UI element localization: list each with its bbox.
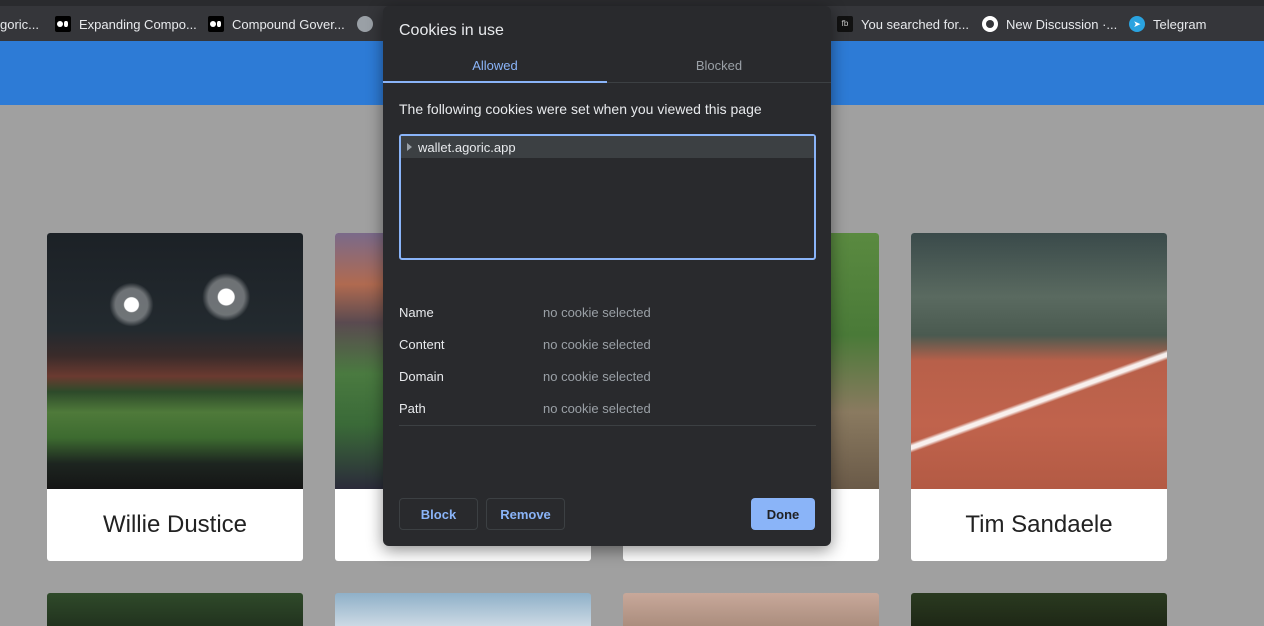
site-icon: fb xyxy=(837,16,853,32)
globe-icon xyxy=(357,16,373,32)
player-card[interactable] xyxy=(623,593,879,626)
bookmark-item[interactable]: New Discussion ·... xyxy=(982,15,1117,33)
dialog-title: Cookies in use xyxy=(399,22,504,39)
bookmark-label: New Discussion ·... xyxy=(1006,16,1118,32)
done-button[interactable]: Done xyxy=(751,498,815,530)
cookie-domain-label: wallet.agoric.app xyxy=(418,139,516,155)
detail-label: Path xyxy=(399,401,426,416)
block-button[interactable]: Block xyxy=(399,498,478,530)
detail-label: Name xyxy=(399,305,434,320)
remove-button[interactable]: Remove xyxy=(486,498,565,530)
medium-icon xyxy=(208,16,224,32)
bookmark-label: Telegram xyxy=(1153,16,1207,32)
detail-row-name: Name no cookie selected xyxy=(399,300,816,332)
bookmark-label: goric... xyxy=(0,16,40,32)
bookmark-item[interactable]: Compound Gover... xyxy=(208,15,345,33)
detail-value: no cookie selected xyxy=(543,305,651,320)
bookmark-item[interactable]: ➤ Telegram xyxy=(1129,15,1206,33)
bookmark-item[interactable] xyxy=(357,15,373,33)
detail-value: no cookie selected xyxy=(543,337,651,352)
cookie-tabs: Allowed Blocked xyxy=(383,57,831,83)
github-icon xyxy=(982,16,998,32)
detail-row-domain: Domain no cookie selected xyxy=(399,364,816,396)
bookmark-label: Compound Gover... xyxy=(232,16,345,32)
player-card[interactable] xyxy=(911,593,1167,626)
detail-label: Domain xyxy=(399,369,444,384)
cookie-tree[interactable]: wallet.agoric.app xyxy=(399,134,816,260)
expand-arrow-icon[interactable] xyxy=(407,143,412,151)
player-photo xyxy=(47,233,303,489)
player-card[interactable] xyxy=(335,593,591,626)
bookmark-label: You searched for... xyxy=(861,16,969,32)
player-name: Tim Sandaele xyxy=(965,511,1113,538)
player-card[interactable] xyxy=(47,593,303,626)
bookmark-item[interactable]: goric... xyxy=(0,15,39,33)
tab-blocked[interactable]: Blocked xyxy=(607,57,831,83)
bookmark-item[interactable]: fb You searched for... xyxy=(837,15,969,33)
bookmark-item[interactable]: Expanding Compo... xyxy=(55,15,197,33)
detail-value: no cookie selected xyxy=(543,369,651,384)
detail-value: no cookie selected xyxy=(543,401,651,416)
player-card[interactable]: Willie Dustice xyxy=(47,233,303,561)
cookie-details: Name no cookie selected Content no cooki… xyxy=(399,300,816,428)
cookies-dialog: Cookies in use Allowed Blocked The follo… xyxy=(383,6,831,546)
detail-label: Content xyxy=(399,337,445,352)
player-name: Willie Dustice xyxy=(102,511,248,538)
player-card[interactable]: Tim Sandaele xyxy=(911,233,1167,561)
divider xyxy=(399,425,816,426)
telegram-icon: ➤ xyxy=(1129,16,1145,32)
detail-row-path: Path no cookie selected xyxy=(399,396,816,428)
cookie-tree-item[interactable]: wallet.agoric.app xyxy=(401,136,814,158)
bookmark-label: Expanding Compo... xyxy=(79,16,197,32)
tab-allowed[interactable]: Allowed xyxy=(383,57,607,83)
detail-row-content: Content no cookie selected xyxy=(399,332,816,364)
dialog-description: The following cookies were set when you … xyxy=(399,101,762,117)
player-photo xyxy=(911,233,1167,489)
medium-icon xyxy=(55,16,71,32)
